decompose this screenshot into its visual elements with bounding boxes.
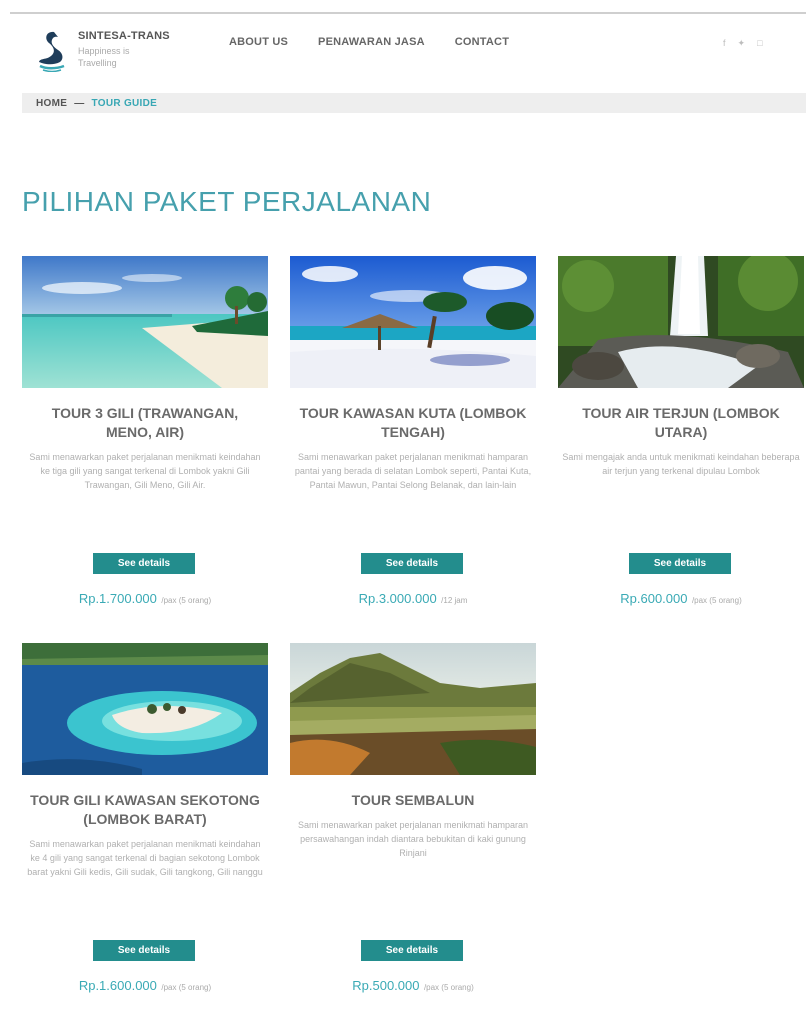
price-amount: Rp.1.700.000 xyxy=(78,591,157,606)
see-details-button[interactable]: See details xyxy=(629,553,731,574)
tour-title: TOUR SEMBALUN xyxy=(351,792,475,808)
tour-card: TOUR SEMBALUN Sami menawarkan paket perj… xyxy=(290,643,536,993)
tour-card: TOUR KAWASAN KUTA (LOMBOK TENGAH) Sami m… xyxy=(290,256,536,606)
price-amount: Rp.3.000.000 xyxy=(358,591,437,606)
price-unit: /pax (5 orang) xyxy=(691,596,742,605)
tour-price: Rp.3.000.000 /12 jam xyxy=(290,590,536,608)
tour-description: Sami menawarkan paket perjalanan menikma… xyxy=(29,452,261,490)
breadcrumb: HOME — TOUR GUIDE xyxy=(22,93,806,113)
price-unit: /pax (5 orang) xyxy=(423,983,474,992)
tour-title: TOUR KAWASAN KUTA (LOMBOK TENGAH) xyxy=(299,405,527,440)
see-details-button[interactable]: See details xyxy=(361,553,463,574)
brand-name: SINTESA-TRANS xyxy=(78,30,170,42)
price-amount: Rp.600.000 xyxy=(620,591,688,606)
see-details-button[interactable]: See details xyxy=(361,940,463,961)
tour-description: Sami menawarkan paket perjalanan menikma… xyxy=(27,839,263,877)
facebook-icon[interactable]: f xyxy=(723,38,726,49)
waterfall-image[interactable] xyxy=(558,256,804,388)
tour-card: TOUR 3 GILI (TRAWANGAN, MENO, AIR) Sami … xyxy=(22,256,268,606)
price-unit: /pax (5 orang) xyxy=(161,596,212,605)
mountain-valley-image[interactable] xyxy=(290,643,536,775)
nav-about-us[interactable]: ABOUT US xyxy=(229,36,288,48)
tour-price: Rp.1.600.000 /pax (5 orang) xyxy=(22,977,268,995)
tour-title: TOUR AIR TERJUN (LOMBOK UTARA) xyxy=(582,405,780,440)
tour-description: Sami menawarkan paket perjalanan menikma… xyxy=(294,452,532,490)
island-aerial-image[interactable] xyxy=(22,643,268,775)
brand[interactable]: SINTESA-TRANS Happiness is Travelling xyxy=(34,28,170,72)
see-details-button[interactable]: See details xyxy=(93,940,195,961)
price-unit: /12 jam xyxy=(441,596,468,605)
breadcrumb-current: TOUR GUIDE xyxy=(91,97,158,109)
umbrella-beach-image[interactable] xyxy=(290,256,536,388)
tour-title: TOUR 3 GILI (TRAWANGAN, MENO, AIR) xyxy=(51,405,239,440)
top-rule xyxy=(10,12,806,14)
breadcrumb-home[interactable]: HOME xyxy=(36,98,67,109)
tour-card: TOUR AIR TERJUN (LOMBOK UTARA) Sami meng… xyxy=(558,256,804,606)
see-details-button[interactable]: See details xyxy=(93,553,195,574)
swan-logo-icon xyxy=(39,31,65,72)
price-unit: /pax (5 orang) xyxy=(161,983,212,992)
brand-tagline: Happiness is Travelling xyxy=(78,46,130,68)
breadcrumb-separator: — xyxy=(74,97,85,109)
tour-price: Rp.1.700.000 /pax (5 orang) xyxy=(22,590,268,608)
tour-title: TOUR GILI KAWASAN SEKOTONG (LOMBOK BARAT… xyxy=(30,792,260,827)
beach-image[interactable] xyxy=(22,256,268,388)
main-nav: ABOUT US PENAWARAN JASA CONTACT xyxy=(229,36,509,48)
nav-contact[interactable]: CONTACT xyxy=(455,36,509,48)
tour-description: Sami menawarkan paket perjalanan menikma… xyxy=(297,820,529,858)
price-amount: Rp.500.000 xyxy=(352,978,420,993)
page-title: PILIHAN PAKET PERJALANAN xyxy=(22,186,432,217)
nav-penawaran-jasa[interactable]: PENAWARAN JASA xyxy=(318,36,425,48)
instagram-icon[interactable]: □ xyxy=(757,38,762,49)
tour-price: Rp.600.000 /pax (5 orang) xyxy=(558,590,804,608)
tour-price: Rp.500.000 /pax (5 orang) xyxy=(290,977,536,995)
twitter-icon[interactable]: ✦ xyxy=(738,38,746,49)
price-amount: Rp.1.600.000 xyxy=(78,978,157,993)
tour-card: TOUR GILI KAWASAN SEKOTONG (LOMBOK BARAT… xyxy=(22,643,268,993)
tour-description: Sami mengajak anda untuk menikmati keind… xyxy=(562,452,800,476)
social-links: f ✦ □ xyxy=(723,38,763,49)
